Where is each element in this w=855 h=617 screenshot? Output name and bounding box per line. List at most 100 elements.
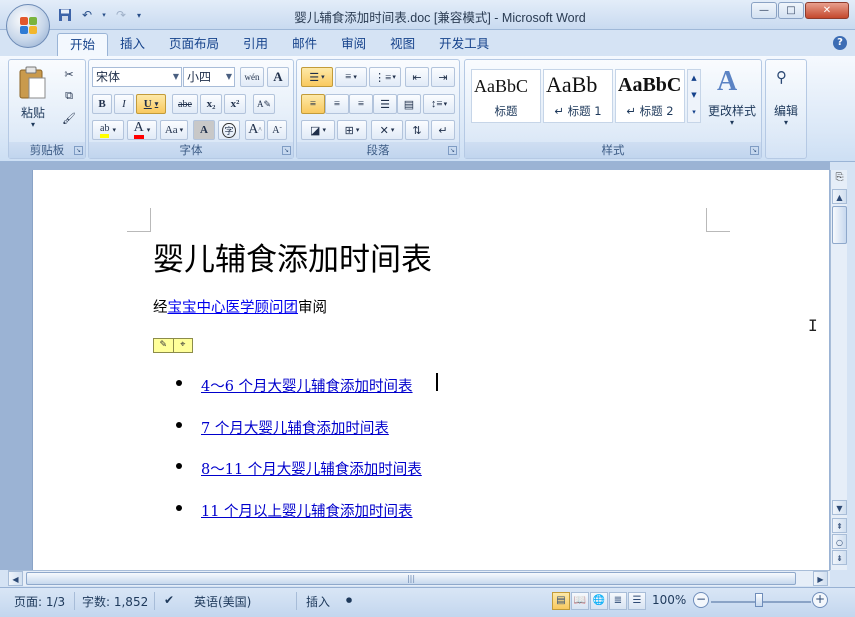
list-item-link[interactable]: 11 个月以上婴儿辅食添加时间表 (201, 500, 413, 521)
undo-icon[interactable]: ↶ (78, 6, 96, 24)
distributed-button[interactable]: ▤ (397, 94, 421, 114)
embedded-object-icon[interactable]: ✎ (154, 339, 174, 352)
tab-review[interactable]: 审阅 (329, 33, 378, 56)
enclose-characters-button[interactable]: 字 (218, 120, 240, 140)
tab-references[interactable]: 引用 (231, 33, 280, 56)
tab-home[interactable]: 开始 (57, 33, 109, 56)
zoom-slider-thumb[interactable] (755, 593, 763, 607)
align-right-button[interactable]: ≡ (349, 94, 373, 114)
align-center-button[interactable]: ≡ (325, 94, 349, 114)
font-size-combo[interactable]: 小四 ▼ (183, 67, 235, 87)
draft-view-icon[interactable]: ☰ (628, 592, 646, 610)
maximize-button[interactable]: □ (778, 2, 804, 19)
zoom-out-icon[interactable]: − (693, 592, 709, 608)
styles-scroll-up-icon[interactable]: ▲ (688, 70, 700, 87)
scroll-up-icon[interactable]: ▲ (832, 189, 847, 204)
macro-record-icon[interactable]: ⏺ (346, 593, 352, 608)
select-browse-object-icon[interactable]: ○ (832, 534, 847, 549)
subscript-button[interactable]: x₂ (200, 94, 222, 114)
vertical-scrollbar[interactable]: ⎘ ▲ ▼ ⇞ ○ ⇟ (830, 170, 847, 570)
scroll-left-icon[interactable]: ◀ (8, 571, 23, 586)
document-page[interactable]: 婴儿辅食添加时间表 经宝宝中心医学顾问团审阅 ✎ ⌖ 4～6 个月大婴儿辅食添加… (32, 170, 829, 570)
increase-indent-button[interactable]: ⇥ (431, 67, 455, 87)
insert-mode-indicator[interactable]: 插入 (306, 593, 330, 610)
tab-mailings[interactable]: 邮件 (280, 33, 329, 56)
zoom-level[interactable]: 100% (652, 593, 686, 607)
superscript-button[interactable]: x² (224, 94, 246, 114)
show-marks-button[interactable]: ↵ (431, 120, 455, 140)
decrease-indent-button[interactable]: ⇤ (405, 67, 429, 87)
previous-page-icon[interactable]: ⇞ (832, 518, 847, 533)
next-page-icon[interactable]: ⇟ (832, 550, 847, 565)
redo-icon[interactable]: ↷ (112, 6, 130, 24)
paste-button[interactable]: 粘贴 ▾ (15, 64, 51, 134)
list-item-link[interactable]: 4～6 个月大婴儿辅食添加时间表 (201, 375, 413, 396)
help-icon[interactable]: ? (833, 36, 847, 50)
tab-developer[interactable]: 开发工具 (427, 33, 501, 56)
style-heading-2[interactable]: AaBbC ↵ 标题 2 (615, 69, 685, 123)
change-case-button[interactable]: Aa ▾ (160, 120, 188, 140)
office-button[interactable] (6, 4, 50, 48)
tab-page-layout[interactable]: 页面布局 (157, 33, 231, 56)
phonetic-guide-button[interactable]: wén (240, 67, 264, 87)
list-item-link[interactable]: 8～11 个月大婴儿辅食添加时间表 (201, 458, 422, 479)
underline-button[interactable]: U ▾ (136, 94, 166, 114)
grow-font-button[interactable]: A ^ (245, 120, 265, 140)
multilevel-list-button[interactable]: ⋮≡ ▾ (369, 67, 401, 87)
bullets-button[interactable]: ☰ ▾ (301, 67, 333, 87)
zoom-in-icon[interactable]: + (812, 592, 828, 608)
proofing-icon[interactable]: ✔ (164, 593, 174, 607)
horizontal-scrollbar[interactable]: ◀ ||| ▶ (8, 570, 830, 586)
page-indicator[interactable]: 页面: 1/3 (14, 593, 65, 610)
character-border-button[interactable]: A (267, 67, 289, 87)
styles-more-icon[interactable]: ▾ (688, 104, 700, 121)
save-icon[interactable] (56, 6, 74, 24)
highlight-button[interactable]: ab ▾ (92, 120, 124, 140)
align-left-button[interactable]: ≡ (301, 94, 325, 114)
numbering-button[interactable]: ≡ ▾ (335, 67, 367, 87)
copy-icon[interactable]: ⧉ (59, 86, 79, 106)
styles-scroll-down-icon[interactable]: ▼ (688, 87, 700, 104)
full-screen-reading-view-icon[interactable]: 📖 (571, 592, 589, 610)
web-layout-view-icon[interactable]: 🌐 (590, 592, 608, 610)
cut-icon[interactable]: ✂ (59, 64, 79, 84)
line-spacing-button[interactable]: ↕≡ ▾ (423, 94, 455, 114)
shrink-font-button[interactable]: Aˇ (267, 120, 287, 140)
minimize-button[interactable]: — (751, 2, 777, 19)
sort-button[interactable]: ⇅ (405, 120, 429, 140)
vertical-scroll-thumb[interactable] (832, 206, 847, 244)
embedded-objects[interactable]: ✎ ⌖ (153, 338, 193, 353)
font-name-combo[interactable]: 宋体 ▼ (92, 67, 182, 87)
word-count[interactable]: 字数: 1,852 (82, 593, 148, 610)
tab-insert[interactable]: 插入 (108, 33, 157, 56)
clipboard-launcher-icon[interactable]: ↘ (74, 146, 83, 155)
outline-view-icon[interactable]: ≣ (609, 592, 627, 610)
horizontal-scroll-thumb[interactable]: ||| (26, 572, 796, 585)
scroll-right-icon[interactable]: ▶ (813, 571, 828, 586)
styles-launcher-icon[interactable]: ↘ (750, 146, 759, 155)
print-layout-view-icon[interactable]: ▤ (552, 592, 570, 610)
language-indicator[interactable]: 英语(美国) (194, 593, 251, 610)
bold-button[interactable]: B (92, 94, 112, 114)
list-item-link[interactable]: 7 个月大婴儿辅食添加时间表 (201, 417, 389, 438)
character-shading-button[interactable]: A (193, 120, 215, 140)
clear-formatting-button[interactable]: A✎ (253, 94, 275, 114)
paragraph-launcher-icon[interactable]: ↘ (448, 146, 457, 155)
qat-undo-dropdown-icon[interactable]: ▾ (100, 6, 108, 24)
scroll-down-icon[interactable]: ▼ (832, 500, 847, 515)
strikethrough-button[interactable]: abe (172, 94, 198, 114)
shading-button[interactable]: ◪ ▾ (301, 120, 335, 140)
chinese-layout-button[interactable]: ✕ ▾ (371, 120, 403, 140)
tab-view[interactable]: 视图 (378, 33, 427, 56)
reviewed-by-link[interactable]: 宝宝中心医学顾问团 (168, 300, 299, 316)
borders-button[interactable]: ⊞ ▾ (337, 120, 367, 140)
font-color-button[interactable]: A ▾ (127, 120, 157, 140)
qat-dropdown-icon[interactable]: ▾ (134, 6, 144, 24)
style-heading-1[interactable]: AaBb ↵ 标题 1 (543, 69, 613, 123)
embedded-object-icon[interactable]: ⌖ (174, 339, 193, 352)
editing-button[interactable]: ⚲ 编辑 ▾ (766, 64, 806, 136)
justify-button[interactable]: ☰ (373, 94, 397, 114)
change-styles-button[interactable]: A 更改样式 ▾ (705, 64, 759, 136)
italic-button[interactable]: I (114, 94, 134, 114)
format-painter-icon[interactable]: 🖌 (59, 108, 79, 128)
